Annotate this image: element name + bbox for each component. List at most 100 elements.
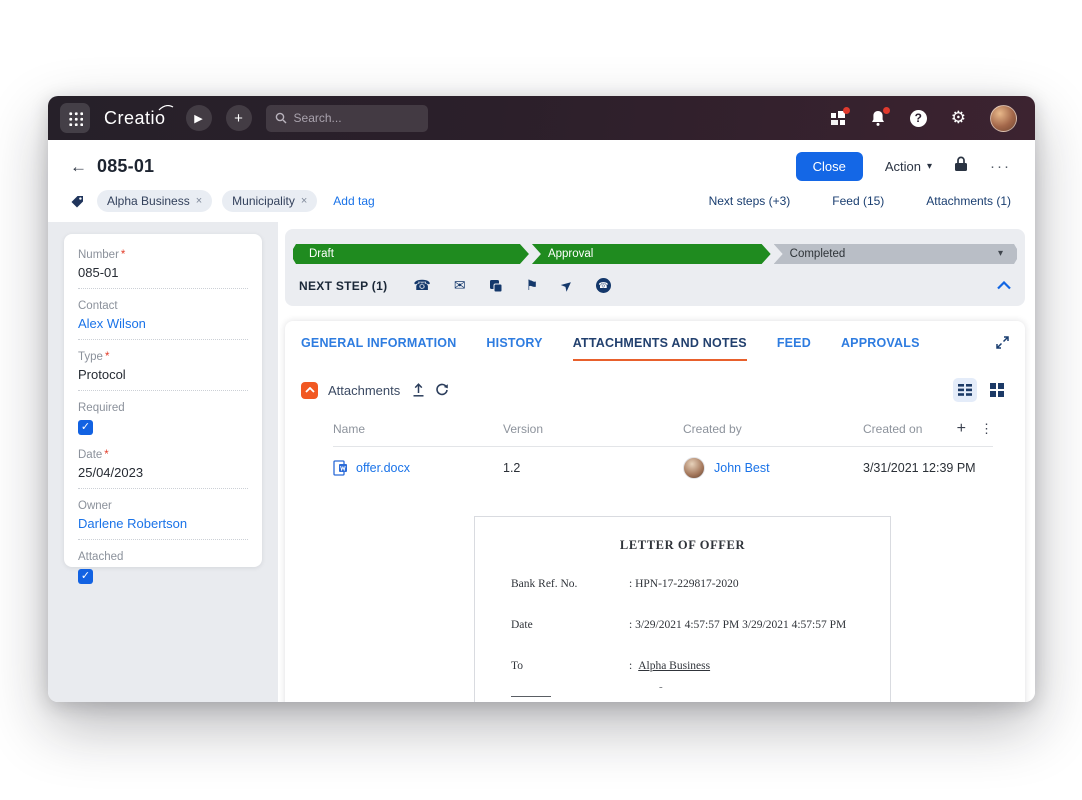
field-label: Owner — [78, 500, 112, 512]
email-icon[interactable]: ✉ — [454, 277, 466, 294]
doc-date-label: Date — [511, 619, 533, 631]
tab-attachments-and-notes[interactable]: ATTACHMENTS AND NOTES — [572, 336, 747, 361]
global-search[interactable] — [265, 104, 428, 132]
tab-strip: GENERAL INFORMATION HISTORY ATTACHMENTS … — [301, 336, 1009, 361]
tag-pill[interactable]: Municipality × — [222, 190, 318, 212]
table-header: Name Version Created by Created on + ⋮ — [333, 418, 993, 440]
tab-feed[interactable]: FEED — [777, 336, 811, 359]
navbar-right-cluster: ? ⚙ — [830, 104, 1017, 132]
attachments-link[interactable]: Attachments (1) — [926, 194, 1011, 208]
tile-view-button[interactable] — [985, 378, 1009, 402]
remove-tag-icon[interactable]: × — [196, 195, 202, 207]
whatsapp-icon[interactable]: ☎ — [595, 278, 611, 293]
field-attached: Attached ✓ — [78, 551, 248, 584]
doc-to-label: To — [511, 660, 523, 672]
next-step-row: NEXT STEP (1) ☎ ✉ ⚑ ➤ ☎ — [293, 275, 1017, 295]
field-type: Type * Protocol — [78, 351, 248, 391]
doc-bank-label: Bank Ref. No. — [511, 578, 578, 590]
action-dropdown[interactable]: Action ▾ — [885, 159, 932, 174]
field-value[interactable]: 085-01 — [78, 265, 248, 289]
field-value[interactable]: 25/04/2023 — [78, 465, 248, 489]
required-checkbox[interactable]: ✓ — [78, 420, 93, 435]
upload-icon[interactable] — [412, 383, 425, 397]
quick-add-button[interactable]: + — [225, 105, 252, 131]
version-cell: 1.2 — [503, 461, 521, 475]
signature-line — [511, 696, 551, 697]
file-link[interactable]: offer.docx — [356, 461, 410, 475]
field-label: Type — [78, 351, 103, 363]
search-icon — [275, 112, 287, 124]
list-view-button[interactable] — [953, 378, 977, 402]
field-required: Required ✓ — [78, 402, 248, 435]
feed-link[interactable]: Feed (15) — [832, 194, 884, 208]
next-steps-link[interactable]: Next steps (+3) — [709, 194, 791, 208]
stage-panel: Draft Approval Completed ▾ NEXT STEP (1)… — [285, 229, 1025, 306]
col-created-on[interactable]: Created on — [863, 422, 957, 436]
action-label: Action — [884, 159, 921, 174]
field-value[interactable]: Protocol — [78, 367, 248, 391]
tag-label: Municipality — [232, 194, 295, 208]
tag-label: Alpha Business — [107, 194, 190, 208]
collapse-stage-icon[interactable] — [997, 281, 1011, 290]
field-date: Date * 25/04/2023 — [78, 449, 248, 489]
contact-link[interactable]: Alex Wilson — [78, 316, 248, 340]
creator-link[interactable]: John Best — [714, 461, 770, 475]
send-icon[interactable]: ➤ — [557, 275, 576, 295]
tab-approvals[interactable]: APPROVALS — [841, 336, 920, 359]
check-icon: ✓ — [80, 421, 91, 433]
call-icon[interactable]: ☎ — [413, 277, 430, 294]
more-menu-button[interactable]: ··· — [990, 158, 1011, 175]
col-version[interactable]: Version — [503, 422, 683, 436]
help-button[interactable]: ? — [909, 109, 927, 127]
attachments-toolbar: Attachments — [301, 378, 1009, 402]
stage-draft[interactable]: Draft — [293, 244, 529, 264]
collapse-attachments-button[interactable] — [301, 381, 318, 399]
refresh-icon[interactable] — [435, 383, 449, 397]
add-column-button[interactable]: + — [957, 420, 966, 438]
stage-completed[interactable]: Completed ▾ — [774, 244, 1017, 264]
chevron-down-icon: ▾ — [926, 161, 932, 172]
required-asterisk: * — [104, 351, 110, 363]
document-preview: LETTER OF OFFER Bank Ref. No. : HPN-17-2… — [474, 516, 891, 702]
gear-icon: ⚙ — [950, 108, 966, 127]
col-created-by[interactable]: Created by — [683, 422, 863, 436]
tab-general-information[interactable]: GENERAL INFORMATION — [301, 336, 456, 359]
notifications-button[interactable] — [870, 106, 890, 127]
attachments-table: Name Version Created by Created on + ⋮ o… — [301, 418, 1009, 489]
tag-icon — [70, 194, 85, 209]
notification-dot — [842, 107, 850, 114]
stage-bar: Draft Approval Completed ▾ — [293, 244, 1017, 264]
stage-label: Completed — [789, 248, 846, 260]
owner-link[interactable]: Darlene Robertson — [78, 516, 248, 540]
app-menu-button[interactable] — [60, 103, 90, 133]
stage-approval[interactable]: Approval — [532, 244, 771, 264]
question-icon: ? — [909, 109, 927, 127]
table-row[interactable]: offer.docx 1.2 John Best 3/31/2021 12:39… — [333, 447, 993, 489]
user-avatar[interactable] — [990, 104, 1017, 132]
required-asterisk: * — [120, 249, 126, 261]
search-input[interactable] — [293, 111, 404, 125]
add-tag-button[interactable]: Add tag — [333, 194, 374, 208]
expand-icon[interactable] — [996, 336, 1009, 349]
col-name[interactable]: Name — [333, 422, 503, 436]
play-icon: ▶ — [194, 112, 203, 125]
run-process-button[interactable]: ▶ — [185, 105, 212, 131]
flag-icon[interactable]: ⚑ — [526, 277, 539, 294]
tab-history[interactable]: HISTORY — [486, 336, 542, 359]
field-label: Date — [78, 449, 103, 461]
remove-tag-icon[interactable]: × — [301, 195, 307, 207]
processes-button[interactable] — [830, 107, 850, 126]
close-button[interactable]: Close — [795, 152, 863, 181]
main-panel: Draft Approval Completed ▾ NEXT STEP (1)… — [278, 222, 1035, 702]
column-menu-button[interactable]: ⋮ — [980, 421, 993, 437]
settings-button[interactable]: ⚙ — [951, 108, 966, 128]
lock-button[interactable] — [954, 156, 968, 177]
doc-bank-value: : HPN-17-229817-2020 — [629, 578, 739, 590]
doc-dash: - — [659, 681, 663, 693]
notification-dot — [882, 106, 890, 114]
check-icon: ✓ — [80, 570, 91, 582]
back-button[interactable]: ← — [70, 157, 87, 177]
copy-tasks-icon[interactable] — [489, 279, 503, 293]
attached-checkbox[interactable]: ✓ — [78, 569, 93, 584]
tag-pill[interactable]: Alpha Business × — [97, 190, 213, 212]
